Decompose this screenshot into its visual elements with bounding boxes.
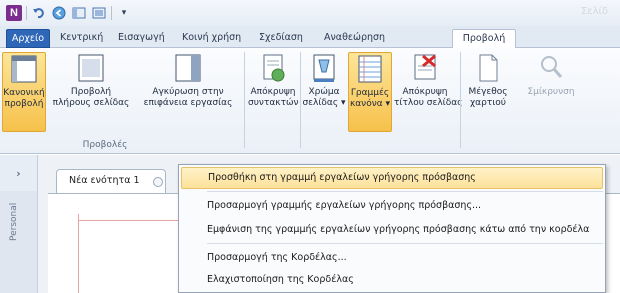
rule-lines-label-2: κανόνα ▾ xyxy=(349,99,391,109)
expand-navigation-button[interactable]: › xyxy=(0,155,38,191)
hide-page-title-button[interactable]: Απόκρυψη τίτλου σελίδας xyxy=(394,52,463,132)
menu-item-customize-ribbon[interactable]: Προσαρμογή της Κορδέλας... xyxy=(181,247,603,269)
paper-size-button[interactable]: Μέγεθος χαρτιού xyxy=(466,52,510,132)
margin-rule-line xyxy=(78,214,79,293)
full-page-view-label-1: Προβολή xyxy=(70,87,112,97)
tab-file[interactable]: Αρχείο xyxy=(6,29,50,48)
ribbon: Κανονική προβολή Προβολή πλήρους σελίδας… xyxy=(0,48,620,154)
hide-authors-button[interactable]: Απόκρυψη συντακτών xyxy=(248,52,299,132)
paper-size-label-2: χαρτιού xyxy=(469,98,507,108)
menu-item-add-to-qat[interactable]: Προσθήκη στη γραμμή εργαλείων γρήγορης π… xyxy=(181,167,603,189)
group-separator xyxy=(300,52,301,148)
page-color-button[interactable]: Χρώμα σελίδας ▾ xyxy=(302,52,346,132)
rule-line xyxy=(78,220,188,221)
tab-draw[interactable]: Σχεδίαση xyxy=(253,29,309,48)
quick-access-toolbar: N ▾ xyxy=(6,4,132,22)
menu-item-minimize-ribbon[interactable]: Ελαχιστοποίηση της Κορδέλας xyxy=(181,269,603,291)
rule-lines-label-1: Γραμμές xyxy=(350,88,390,98)
normal-view-button[interactable]: Κανονική προβολή xyxy=(2,52,46,132)
hide-authors-label-2: συντακτών xyxy=(248,98,299,108)
tab-home[interactable]: Κεντρική xyxy=(54,29,109,48)
group-separator xyxy=(460,52,461,148)
dock-to-desktop-label-2: επιφάνεια εργασίας xyxy=(143,98,233,108)
customize-arrow-icon[interactable]: ▾ xyxy=(116,5,132,21)
menu-item-show-qat-below-ribbon[interactable]: Εμφάνιση της γραμμής εργαλείων γρήγορης … xyxy=(181,219,603,241)
menu-item-customize-qat[interactable]: Προσαρμογή γραμμής εργαλείων γρήγορης πρ… xyxy=(181,195,603,217)
qat-separator xyxy=(26,6,27,20)
tab-insert[interactable]: Εισαγωγή xyxy=(112,29,171,48)
notebook-sidebar: Personal xyxy=(0,191,38,293)
hide-page-title-label-1: Απόκρυψη xyxy=(402,87,448,97)
full-page-view-button[interactable]: Προβολή πλήρους σελίδας xyxy=(50,52,132,132)
normal-view-icon xyxy=(11,55,37,83)
dock-to-desktop-icon xyxy=(175,54,201,82)
normal-view-label-1: Κανονική xyxy=(3,88,45,98)
rule-lines-button[interactable]: Γραμμές κανόνα ▾ xyxy=(348,52,392,132)
dock-to-desktop-label-1: Αγκύρωση στην xyxy=(152,87,224,97)
full-page-view-label-2: πλήρους σελίδας xyxy=(52,98,130,108)
hide-page-title-label-2: τίτλου σελίδας xyxy=(394,98,463,108)
tab-view[interactable]: Προβολή xyxy=(452,29,516,49)
back-icon[interactable] xyxy=(51,5,67,21)
hide-page-title-icon xyxy=(414,54,436,80)
page-color-label-2: σελίδας ▾ xyxy=(302,98,346,108)
dock-to-desktop-button[interactable]: Αγκύρωση στην επιφάνεια εργασίας xyxy=(136,52,240,132)
section-tab-close-icon[interactable] xyxy=(153,177,163,187)
menu-separator xyxy=(207,191,603,192)
zoom-out-label: Σμίκρυνση xyxy=(527,87,575,97)
paper-size-label-1: Μέγεθος xyxy=(468,87,508,97)
hide-authors-label-1: Απόκρυψη xyxy=(250,87,296,97)
context-menu: Προσθήκη στη γραμμή εργαλείων γρήγορης π… xyxy=(178,164,606,293)
onenote-logo-icon[interactable]: N xyxy=(6,5,22,21)
rule-lines-icon xyxy=(358,55,382,83)
zoom-out-button[interactable]: Σμίκρυνση xyxy=(520,52,582,132)
normal-view-label-2: προβολή xyxy=(4,99,44,109)
paper-size-icon xyxy=(479,54,498,82)
undo-icon[interactable] xyxy=(31,5,47,21)
page-color-icon xyxy=(313,54,335,82)
tab-share[interactable]: Κοινή χρήση xyxy=(176,29,247,48)
group-label-views: Προβολές xyxy=(82,140,128,150)
tab-review[interactable]: Αναθεώρηση xyxy=(318,29,391,48)
page-color-label-1: Χρώμα xyxy=(308,87,340,97)
full-page-view-icon xyxy=(78,54,104,82)
menu-separator xyxy=(207,243,603,244)
zoom-out-icon xyxy=(541,56,563,78)
qat-separator xyxy=(111,6,112,20)
section-tab[interactable]: Νέα ενότητα 1 xyxy=(56,169,166,193)
group-separator xyxy=(244,52,245,148)
notebook-label[interactable]: Personal xyxy=(9,203,19,241)
fullpage-icon[interactable] xyxy=(91,5,107,21)
hide-authors-icon xyxy=(263,54,285,82)
dock-icon[interactable] xyxy=(71,5,87,21)
window-title: Σελίδ xyxy=(580,6,608,17)
title-bar: N ▾ Σελίδ xyxy=(0,0,620,26)
ribbon-tabs: Αρχείο Κεντρική Εισαγωγή Κοινή χρήση Σχε… xyxy=(0,26,620,49)
